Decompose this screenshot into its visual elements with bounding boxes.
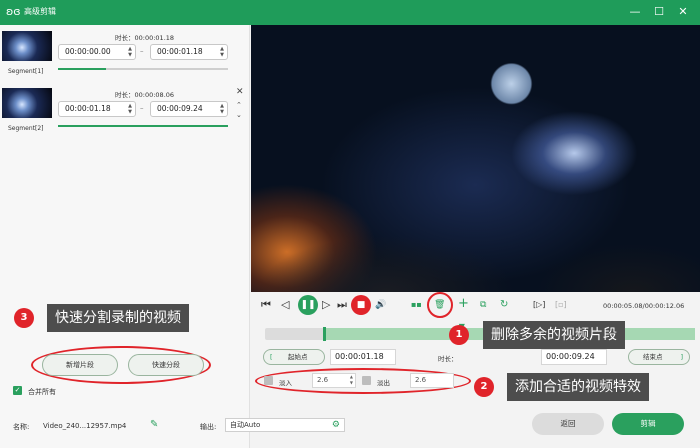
- segment-name: Segment[1]: [8, 68, 44, 75]
- timeline-start-handle[interactable]: [323, 327, 326, 341]
- gear-icon[interactable]: ⚙: [332, 419, 340, 431]
- maximize-button[interactable]: ☐: [650, 4, 668, 20]
- crop-icon[interactable]: [▫]: [555, 298, 567, 312]
- segment-duration: 时长：00:00:01.18: [115, 34, 175, 42]
- fade-out-input[interactable]: 2.6: [410, 373, 454, 388]
- output-select-value: 自动Auto: [230, 421, 261, 429]
- start-time-input[interactable]: 00:00:01.18: [330, 349, 396, 365]
- skip-next-icon[interactable]: ⏭: [337, 298, 347, 312]
- fit-screen-icon[interactable]: [▷]: [533, 298, 545, 312]
- set-end-button[interactable]: 结束点 ]: [628, 349, 690, 365]
- reset-icon[interactable]: ↻: [500, 298, 508, 312]
- timeline-track[interactable]: [265, 327, 695, 341]
- footer-bar: 名称: Video_240...12957.mp4 ✎ 输出: 自动Auto ⚙…: [0, 408, 700, 448]
- merge-all-checkbox[interactable]: ✓: [13, 386, 22, 395]
- chevron-up-icon[interactable]: ⌃: [236, 101, 242, 109]
- segment-end-value: 00:00:01.18: [157, 47, 203, 56]
- segment-start-input[interactable]: 00:00:00.00 ▲ ▼: [58, 44, 136, 60]
- end-time-input[interactable]: 00:00:09.24: [541, 349, 607, 365]
- segment-end-input[interactable]: 00:00:01.18 ▲ ▼: [150, 44, 228, 60]
- segment-end-input[interactable]: 00:00:09.24 ▲ ▼: [150, 101, 228, 117]
- playback-time: 00:00:05.08/00:00:12.06: [603, 302, 685, 310]
- video-preview[interactable]: [251, 25, 700, 292]
- spinner-icon[interactable]: ▲ ▼: [220, 103, 224, 115]
- segment-thumbnail: [2, 88, 52, 118]
- chevron-down-icon[interactable]: ⌄: [236, 111, 242, 119]
- segment-progress-bar: [58, 68, 228, 70]
- annotation-number: 2: [474, 377, 494, 397]
- annotation-text: 快速分割录制的视频: [47, 304, 189, 332]
- segment-name: Segment[2]: [8, 125, 44, 132]
- end-time-value: 00:00:09.24: [546, 352, 595, 361]
- rewind-icon[interactable]: ◁: [281, 298, 289, 312]
- minimize-button[interactable]: —: [626, 4, 644, 20]
- add-icon[interactable]: +: [458, 297, 469, 311]
- segment-start-input[interactable]: 00:00:01.18 ▲ ▼: [58, 101, 136, 117]
- set-end-label: 结束点: [643, 353, 663, 361]
- spinner-icon[interactable]: ▲ ▼: [128, 46, 132, 58]
- app-logo-icon: ʚɞ: [6, 5, 21, 18]
- stop-button[interactable]: ■: [351, 295, 371, 315]
- advanced-editor-window: ʚɞ 高级剪辑 — ☐ ✕ Segment[1] 时长：00:00:01.18 …: [0, 0, 700, 448]
- fade-in-checkbox[interactable]: [264, 376, 273, 385]
- fade-out-label: 淡出: [377, 379, 390, 387]
- fade-in-input[interactable]: 2.6 ▲ ▼: [312, 373, 356, 388]
- title-bar: ʚɞ 高级剪辑 — ☐ ✕: [0, 0, 700, 25]
- merge-all-label: 合并所有: [28, 388, 56, 396]
- back-button[interactable]: 返回: [532, 413, 604, 435]
- start-time-value: 00:00:01.18: [335, 352, 384, 361]
- bracket-left-icon: [: [270, 353, 273, 361]
- file-name-value: Video_240...12957.mp4: [43, 422, 127, 430]
- copy-icon[interactable]: ⧉: [480, 298, 486, 312]
- segment-close-icon[interactable]: ✕: [236, 87, 244, 97]
- forward-icon[interactable]: ▷: [322, 298, 330, 312]
- pause-button[interactable]: ❚❚: [298, 295, 318, 315]
- quick-split-button[interactable]: 快速分段: [128, 354, 204, 376]
- segment-progress-bar: [58, 125, 228, 127]
- set-start-label: 起始点: [288, 353, 308, 361]
- spinner-icon[interactable]: ▲ ▼: [128, 103, 132, 115]
- segment-end-value: 00:00:09.24: [157, 104, 203, 113]
- segment-duration: 时长：00:00:08.06: [115, 91, 175, 99]
- bracket-right-icon: ]: [680, 353, 683, 361]
- fade-in-value: 2.6: [317, 376, 329, 384]
- segment-start-value: 00:00:01.18: [65, 104, 111, 113]
- output-select[interactable]: 自动Auto ⚙: [225, 418, 345, 432]
- window-title: 高级剪辑: [24, 7, 56, 16]
- segment-list-panel: Segment[1] 时长：00:00:01.18 00:00:00.00 ▲ ▼…: [0, 25, 250, 448]
- fade-in-label: 淡入: [279, 379, 292, 387]
- duration-label: 时长：: [438, 355, 458, 363]
- segment-progress-fill: [58, 68, 106, 70]
- segment-item[interactable]: Segment[1] 时长：00:00:01.18 00:00:00.00 ▲ ▼…: [0, 28, 250, 84]
- segment-thumbnail: [2, 31, 52, 61]
- skip-previous-icon[interactable]: ⏮: [261, 298, 271, 312]
- annotation-number: 1: [449, 325, 469, 345]
- edit-name-icon[interactable]: ✎: [150, 419, 158, 430]
- segment-start-value: 00:00:00.00: [65, 47, 111, 56]
- annotation-number: 3: [14, 308, 34, 328]
- split-icon[interactable]: ▪▪: [411, 298, 422, 312]
- annotation-text: 添加合适的视频特效: [507, 373, 649, 401]
- file-name-label: 名称:: [13, 423, 30, 431]
- edit-button[interactable]: 剪辑: [612, 413, 684, 435]
- output-label: 输出:: [200, 423, 217, 431]
- new-segment-button[interactable]: 新增片段: [42, 354, 118, 376]
- segment-item[interactable]: Segment[2] 时长：00:00:08.06 ✕ 00:00:01.18 …: [0, 85, 250, 141]
- range-separator: –: [140, 47, 144, 55]
- fade-out-checkbox[interactable]: [362, 376, 371, 385]
- spinner-icon[interactable]: ▲ ▼: [350, 374, 353, 386]
- range-separator: –: [140, 104, 144, 112]
- spinner-icon[interactable]: ▲ ▼: [220, 46, 224, 58]
- video-frame-detail: [251, 182, 700, 292]
- set-start-button[interactable]: [ 起始点: [263, 349, 325, 365]
- volume-icon[interactable]: 🔊: [375, 298, 386, 312]
- fade-out-value: 2.6: [415, 376, 427, 384]
- annotation-text: 删除多余的视频片段: [483, 321, 625, 349]
- close-button[interactable]: ✕: [674, 4, 692, 20]
- segment-progress-fill: [58, 125, 228, 127]
- delete-icon[interactable]: 🗑: [434, 298, 445, 312]
